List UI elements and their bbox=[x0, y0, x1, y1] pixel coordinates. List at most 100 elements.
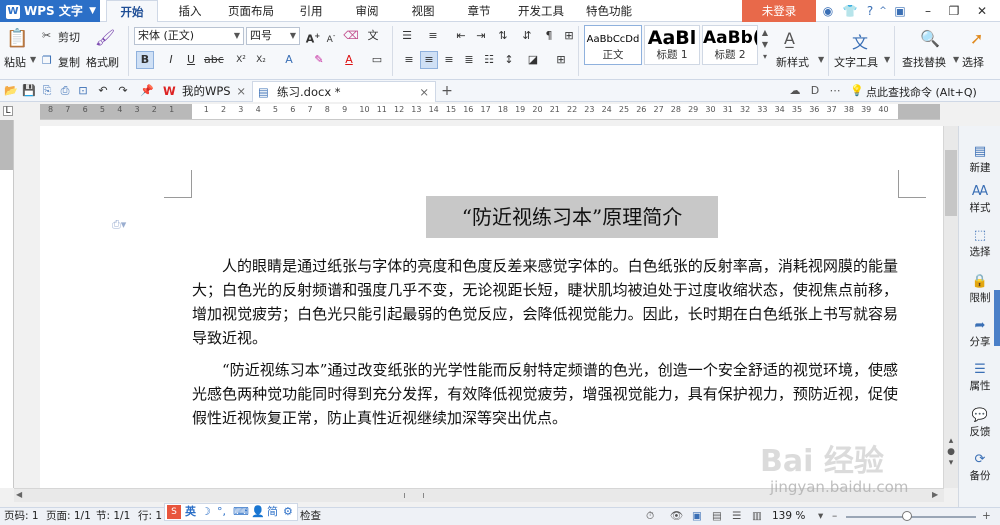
status-page-code[interactable]: 页码: 1 bbox=[4, 508, 39, 525]
status-row[interactable]: 行: 1 bbox=[138, 508, 162, 525]
doc-tab-my-wps[interactable]: W 我的WPS × bbox=[158, 81, 252, 102]
panel-feedback[interactable]: 💬 反馈 bbox=[959, 408, 1000, 439]
format-painter-button[interactable]: 格式刷 bbox=[86, 54, 119, 70]
scroll-left-icon[interactable]: ◀ bbox=[16, 490, 22, 499]
outline-view-icon[interactable]: ☰ bbox=[732, 508, 741, 525]
colorful-ball-icon[interactable]: ◉ bbox=[820, 3, 836, 19]
font-name-select[interactable]: 宋体 (正文) ▼ bbox=[134, 27, 244, 45]
tab-insert[interactable]: 插入 bbox=[166, 0, 214, 22]
borders-icon[interactable]: ⊞ bbox=[560, 27, 578, 45]
share-icon[interactable]: D bbox=[808, 84, 822, 98]
paste-icon[interactable]: 📋 bbox=[6, 28, 28, 50]
maximize-icon[interactable]: ❐ bbox=[946, 3, 962, 19]
bold-button[interactable]: B bbox=[136, 51, 154, 69]
reading-view-icon[interactable]: ▥ bbox=[752, 508, 762, 525]
copy-button[interactable]: 复制 bbox=[58, 54, 80, 70]
decrease-indent-icon[interactable]: ⇤ bbox=[452, 27, 470, 45]
ime-mode[interactable]: 英 bbox=[185, 504, 196, 520]
chinese-layout-icon[interactable]: ⇅ bbox=[494, 27, 512, 45]
open-folder-icon[interactable]: 📂 bbox=[4, 84, 18, 98]
panel-toggle-handle[interactable] bbox=[994, 290, 1000, 346]
paste-button[interactable]: 粘贴 bbox=[4, 54, 26, 70]
page-view-icon[interactable]: ▣ bbox=[692, 508, 702, 525]
eye-icon[interactable]: 👁 bbox=[670, 508, 683, 525]
phonetic-guide-icon[interactable]: 文 bbox=[364, 27, 382, 45]
tab-developer[interactable]: 开发工具 bbox=[512, 0, 570, 22]
pin-icon[interactable]: 📌 bbox=[140, 84, 154, 98]
paragraph-layout-icon[interactable]: ⎙▾ bbox=[112, 218, 126, 232]
punctuation-icon[interactable]: °, bbox=[217, 504, 226, 520]
style-normal[interactable]: AaBbCcDd 正文 bbox=[584, 25, 642, 65]
status-section[interactable]: 节: 1/1 bbox=[96, 508, 130, 525]
close-icon[interactable]: × bbox=[236, 81, 246, 101]
font-size-select[interactable]: 四号 ▼ bbox=[246, 27, 300, 45]
grow-font-button[interactable]: A+ bbox=[304, 27, 322, 46]
undo-icon[interactable]: ↶ bbox=[96, 84, 110, 98]
tab-view[interactable]: 视图 bbox=[402, 0, 444, 22]
close-icon[interactable]: × bbox=[419, 82, 429, 102]
ime-simplified[interactable]: 简 bbox=[267, 504, 278, 520]
chevron-down-icon[interactable]: ▼ bbox=[884, 55, 890, 64]
align-left-icon[interactable]: ≡ bbox=[400, 51, 418, 69]
italic-button[interactable]: I bbox=[162, 51, 180, 69]
panel-styles[interactable]: Ꜳ 样式 bbox=[959, 184, 1000, 215]
zoom-in-icon[interactable]: + bbox=[982, 508, 991, 525]
highlight-icon[interactable]: ✎ bbox=[310, 51, 328, 69]
ime-toolbar[interactable]: S 英 ☽ °, ⌨ 👤 简 ⚙ bbox=[164, 503, 298, 521]
page-nav-icon[interactable]: ▴ ● ▾ bbox=[946, 436, 956, 469]
chevron-down-icon[interactable]: ▼ bbox=[818, 55, 824, 64]
print-icon[interactable]: ⎙ bbox=[58, 84, 72, 98]
vertical-ruler[interactable] bbox=[0, 120, 14, 488]
command-search[interactable]: 点此查找命令 (Alt+Q) bbox=[866, 84, 977, 100]
panel-backup[interactable]: ⟳ 备份 bbox=[959, 452, 1000, 483]
tab-page-layout[interactable]: 页面布局 bbox=[222, 0, 280, 22]
align-center-icon[interactable]: ≡ bbox=[420, 51, 438, 69]
style-scroll-icon[interactable]: ▲ ▼ ▾ bbox=[760, 27, 770, 65]
scrollbar-grip[interactable] bbox=[404, 493, 424, 498]
redo-icon[interactable]: ↷ bbox=[116, 84, 130, 98]
char-border-icon[interactable]: ▭ bbox=[368, 51, 386, 69]
zoom-slider-handle[interactable] bbox=[902, 511, 912, 521]
strikethrough-icon[interactable]: abc bbox=[204, 51, 224, 69]
find-replace-button[interactable]: 查找替换 bbox=[902, 54, 946, 70]
shrink-font-button[interactable]: A- bbox=[322, 27, 340, 45]
border-dropdown-icon[interactable]: ⊞ bbox=[552, 51, 570, 69]
close-icon[interactable]: ✕ bbox=[974, 3, 990, 19]
history-icon[interactable]: ⏱ bbox=[646, 508, 654, 525]
panel-new[interactable]: ▤ 新建 bbox=[959, 144, 1000, 175]
style-heading-1[interactable]: AaBl 标题 1 bbox=[644, 25, 700, 65]
cloud-icon[interactable]: ☁ bbox=[788, 84, 802, 98]
new-style-button[interactable]: 新样式 bbox=[776, 54, 809, 70]
vertical-scrollbar[interactable]: ▴ ● ▾ bbox=[943, 126, 958, 488]
tab-chapter[interactable]: 章节 bbox=[458, 0, 500, 22]
underline-button[interactable]: U bbox=[182, 51, 200, 69]
ribbon-collapse-icon[interactable]: ^ bbox=[875, 3, 891, 19]
clear-format-icon[interactable]: ⌫ bbox=[342, 27, 360, 45]
more-icon[interactable]: ⋯ bbox=[828, 84, 842, 98]
document-page[interactable]: ⎙▾ “防近视练习本”原理简介 人的眼睛是通过纸张与字体的亮度和色度反差来感觉字… bbox=[40, 126, 943, 488]
document-paragraph[interactable]: 人的眼睛是通过纸张与字体的亮度和色度反差来感觉字体的。白色纸张的反射率高，消耗视… bbox=[192, 254, 898, 350]
login-button[interactable]: 未登录 bbox=[742, 0, 816, 22]
subscript-icon[interactable]: X₂ bbox=[252, 51, 270, 69]
spell-check-button[interactable]: 检查 bbox=[300, 508, 321, 525]
tab-review[interactable]: 审阅 bbox=[346, 0, 388, 22]
align-right-icon[interactable]: ≡ bbox=[440, 51, 458, 69]
status-pages[interactable]: 页面: 1/1 bbox=[46, 508, 91, 525]
text-tools-button[interactable]: 文字工具 bbox=[834, 54, 878, 70]
window-switch-icon[interactable]: ▣ bbox=[892, 3, 908, 19]
style-heading-2[interactable]: AaBb( 标题 2 bbox=[702, 25, 758, 65]
font-color-icon[interactable]: A bbox=[340, 51, 358, 69]
zoom-level[interactable]: 139 % bbox=[772, 508, 805, 525]
cut-button[interactable]: 剪切 bbox=[58, 29, 80, 45]
tab-references[interactable]: 引用 bbox=[290, 0, 332, 22]
text-effect-icon[interactable]: A bbox=[280, 51, 298, 69]
chevron-down-icon[interactable]: ▼ bbox=[953, 55, 959, 64]
increase-indent-icon[interactable]: ⇥ bbox=[472, 27, 490, 45]
justify-icon[interactable]: ≣ bbox=[460, 51, 478, 69]
line-spacing-icon[interactable]: ↕ bbox=[500, 51, 518, 69]
shading-icon[interactable]: ◪ bbox=[524, 51, 542, 69]
print-preview-icon[interactable]: ⊡ bbox=[76, 84, 90, 98]
chevron-down-icon[interactable]: ▼ bbox=[30, 55, 36, 64]
web-view-icon[interactable]: ▤ bbox=[712, 508, 722, 525]
show-marks-icon[interactable]: ¶ bbox=[540, 27, 558, 45]
